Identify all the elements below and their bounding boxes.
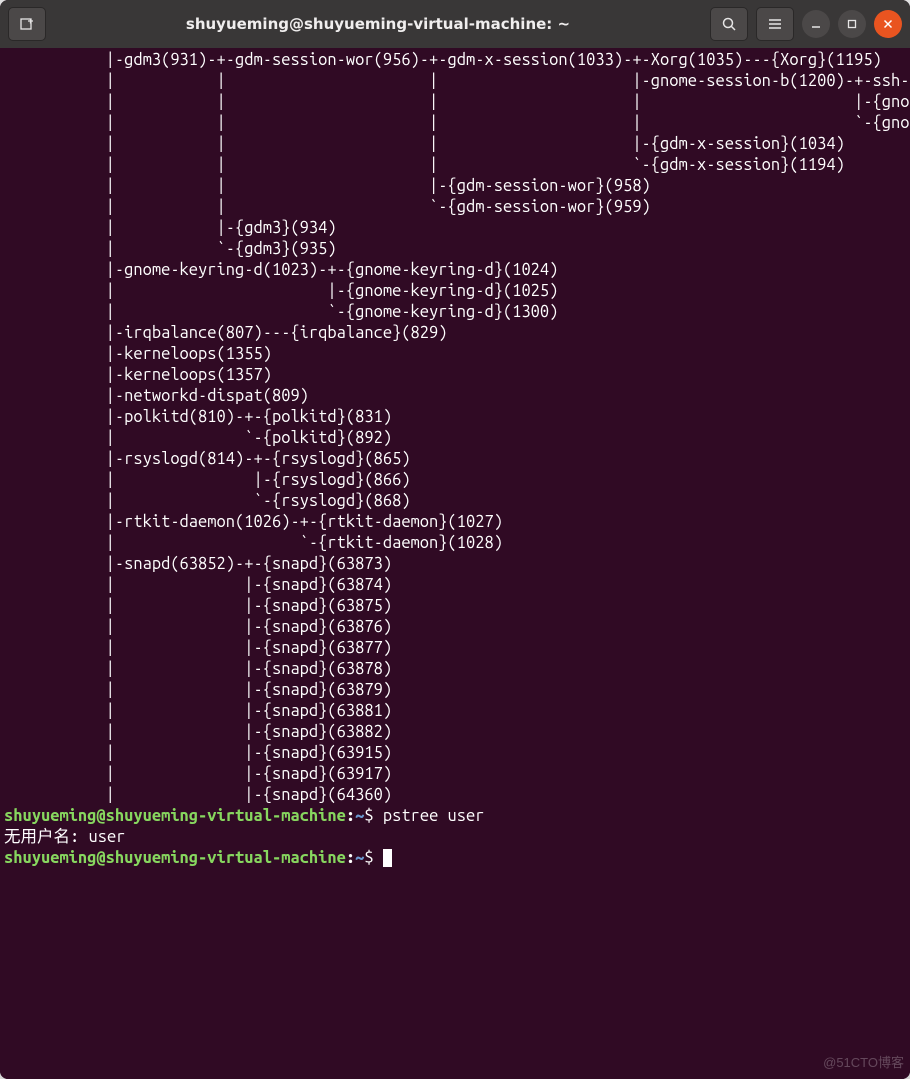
hamburger-icon: [767, 16, 783, 32]
new-tab-button[interactable]: [8, 7, 46, 41]
window-title: shuyueming@shuyueming-virtual-machine: ~: [54, 15, 702, 33]
terminal-output: |-gdm3(931)-+-gdm-session-wor(956)-+-gdm…: [4, 50, 910, 806]
prompt-user-host: shuyueming@shuyueming-virtual-machine: [4, 807, 346, 825]
typed-command: pstree user: [383, 807, 485, 825]
close-icon: [883, 19, 893, 29]
close-button[interactable]: [874, 10, 902, 38]
titlebar: shuyueming@shuyueming-virtual-machine: ~: [0, 0, 910, 48]
minimize-icon: [811, 19, 821, 29]
prompt-line-2: shuyueming@shuyueming-virtual-machine:~$: [4, 848, 910, 869]
search-button[interactable]: [710, 7, 748, 41]
prompt-colon: :: [346, 849, 355, 867]
prompt-dollar: $: [364, 807, 382, 825]
search-icon: [721, 16, 737, 32]
prompt-colon: :: [346, 807, 355, 825]
cursor: [383, 849, 392, 867]
terminal-body[interactable]: |-gdm3(931)-+-gdm-session-wor(956)-+-gdm…: [0, 48, 910, 1079]
terminal-window: shuyueming@shuyueming-virtual-machine: ~…: [0, 0, 910, 1079]
maximize-icon: [847, 19, 857, 29]
minimize-button[interactable]: [802, 10, 830, 38]
watermark: @51CTO博客: [823, 1052, 904, 1073]
prompt-dollar: $: [364, 849, 382, 867]
maximize-button[interactable]: [838, 10, 866, 38]
error-output-line: 无用户名: user: [4, 827, 910, 848]
new-tab-icon: [19, 16, 35, 32]
prompt-path: ~: [355, 849, 364, 867]
prompt-user-host: shuyueming@shuyueming-virtual-machine: [4, 849, 346, 867]
menu-button[interactable]: [756, 7, 794, 41]
prompt-line-1: shuyueming@shuyueming-virtual-machine:~$…: [4, 806, 910, 827]
prompt-path: ~: [355, 807, 364, 825]
